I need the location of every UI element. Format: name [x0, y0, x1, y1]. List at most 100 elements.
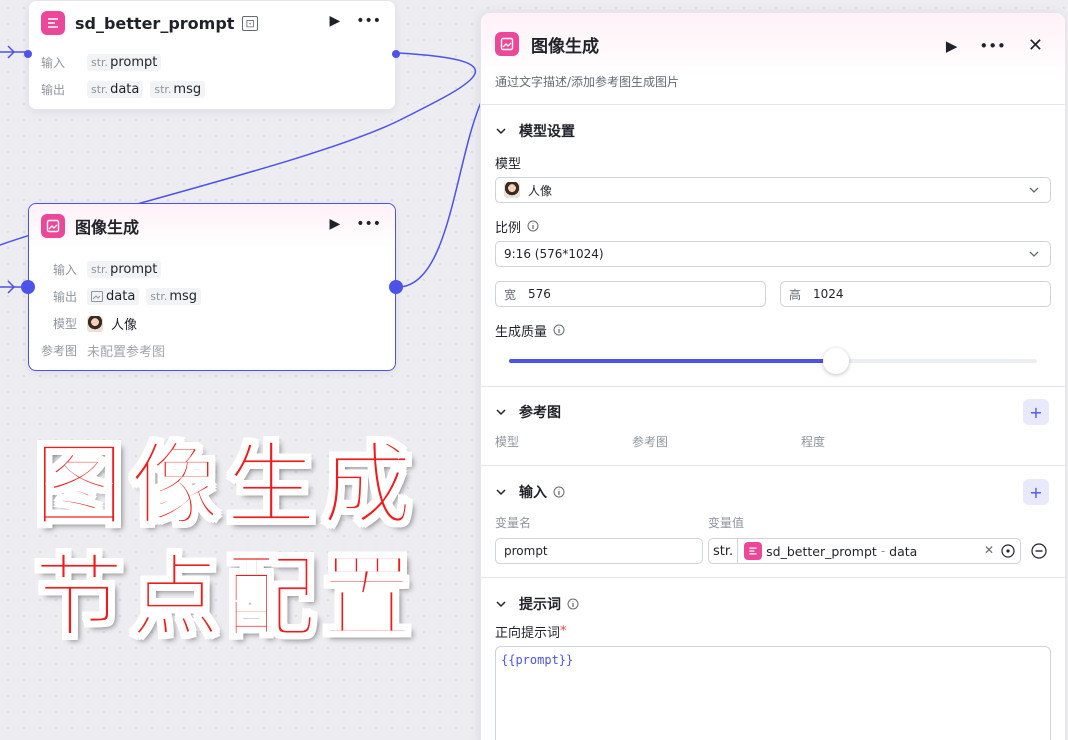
input-port[interactable] — [21, 280, 35, 294]
info-icon[interactable] — [567, 598, 579, 610]
output-label: 输出 — [53, 290, 78, 304]
info-icon[interactable] — [553, 324, 565, 336]
node-image-generation[interactable]: 图像生成 ▶ ••• 输入 str. prompt 输出 data str. msg… — [21, 203, 403, 371]
input-section: 输入 + 变量名 变量值 prompt str. sd_better_promp… — [481, 466, 1065, 578]
col-variable-name: 变量名 — [495, 515, 532, 530]
info-icon[interactable] — [553, 486, 565, 498]
more-options-icon[interactable]: ••• — [356, 216, 381, 232]
required-mark: * — [560, 623, 567, 639]
node-config-panel: 图像生成 ▶ ••• ✕ 通过文字描述/添加参考图生成图片 模型设置 模型 人像… — [480, 12, 1066, 740]
output-tag-data: data — [87, 288, 140, 305]
model-select[interactable]: 人像 — [495, 177, 1051, 203]
model-label: 模型 — [53, 317, 78, 331]
variable-name-value: prompt — [504, 544, 548, 558]
positive-prompt-label: 正向提示词 * — [495, 623, 567, 641]
model-avatar — [87, 315, 103, 332]
overlay-caption-line1: 图像生成 — [33, 432, 418, 539]
ratio-select[interactable]: 9:16 (576*1024) — [495, 241, 1051, 267]
width-value: 576 — [528, 287, 551, 301]
wire-image-out — [397, 99, 483, 288]
chevron-down-icon[interactable] — [495, 486, 511, 498]
ref-separator: - — [880, 544, 886, 558]
chevron-down-icon[interactable] — [495, 125, 511, 137]
run-node-button[interactable]: ▶ — [329, 13, 340, 29]
ref-type: str. — [709, 539, 739, 563]
input-title: 输入 — [519, 485, 547, 501]
target-icon[interactable] — [1001, 544, 1015, 558]
overlay-caption-line2: 节点配置 — [33, 544, 418, 651]
clear-icon[interactable]: ✕ — [984, 543, 994, 557]
height-input[interactable]: 高 1024 — [780, 281, 1051, 307]
add-reference-button[interactable]: + — [1023, 399, 1049, 425]
chevron-down-icon[interactable] — [495, 406, 511, 418]
panel-description: 通过文字描述/添加参考图生成图片 — [495, 75, 680, 89]
ref-node-icon — [744, 542, 763, 560]
more-options-icon[interactable]: ••• — [979, 37, 1006, 55]
ref-node-name: sd_better_prompt — [766, 543, 877, 559]
positive-prompt-value: {{prompt}} — [501, 653, 574, 667]
input-tag-prompt: str. prompt — [87, 54, 162, 71]
output-label: 输出 — [41, 83, 66, 97]
remove-input-icon[interactable] — [1031, 543, 1047, 559]
width-input[interactable]: 宽 576 — [495, 281, 766, 307]
prompt-node-icon — [41, 11, 65, 35]
more-options-icon[interactable]: ••• — [356, 13, 381, 29]
bot-icon: ⊡ — [242, 15, 258, 31]
panel-header: 图像生成 ▶ ••• ✕ 通过文字描述/添加参考图生成图片 — [481, 13, 1065, 105]
image-generation-icon — [495, 32, 519, 56]
variable-name-input[interactable]: prompt — [495, 538, 703, 564]
output-tag-msg: str. msg — [150, 81, 206, 98]
run-button[interactable]: ▶ — [946, 37, 958, 55]
ref-col-model: 模型 — [495, 434, 520, 449]
variable-value-ref[interactable]: str. sd_better_prompt - data ✕ — [708, 538, 1021, 564]
image-node-title: 图像生成 — [75, 218, 140, 237]
model-value: 人像 — [111, 318, 138, 333]
info-icon[interactable] — [527, 220, 539, 232]
output-tag-data: str. data — [87, 81, 144, 98]
run-node-button[interactable]: ▶ — [329, 216, 340, 232]
model-avatar — [504, 182, 520, 198]
height-value: 1024 — [813, 287, 844, 301]
panel-title: 图像生成 — [531, 36, 599, 57]
model-field-label: 模型 — [495, 156, 522, 172]
ref-field-name: data — [889, 543, 918, 559]
quality-slider-fill — [509, 359, 837, 363]
model-settings-header[interactable]: 模型设置 — [495, 105, 1051, 157]
model-settings-section: 模型设置 模型 人像 比例 9:16 (576*1024) 宽 576 高 10… — [481, 105, 1065, 387]
add-input-button[interactable]: + — [1023, 479, 1049, 505]
chevron-down-icon — [1028, 248, 1040, 263]
input-tag-prompt: str. prompt — [87, 261, 162, 278]
chevron-down-icon[interactable] — [495, 598, 511, 610]
image-node-icon — [41, 214, 65, 238]
quality-slider-thumb[interactable] — [823, 348, 850, 374]
positive-prompt-textarea[interactable]: {{prompt}} — [495, 646, 1051, 740]
input-label: 输入 — [41, 56, 66, 70]
ref-col-image: 参考图 — [632, 434, 669, 449]
output-tag-msg: str. msg — [146, 288, 202, 305]
prompt-title: 提示词 — [519, 597, 561, 613]
close-icon[interactable]: ✕ — [1028, 35, 1043, 56]
ref-col-strength: 程度 — [801, 434, 826, 449]
reference-section: 参考图 + 模型 参考图 程度 — [481, 387, 1065, 466]
output-port[interactable] — [389, 280, 403, 294]
model-settings-title: 模型设置 — [519, 124, 575, 140]
input-port[interactable] — [24, 50, 32, 58]
ratio-field-label: 比例 — [495, 215, 1051, 237]
image-icon — [91, 291, 103, 302]
width-prefix: 宽 — [504, 287, 517, 302]
input-label: 输入 — [53, 263, 78, 277]
height-prefix: 高 — [789, 287, 802, 302]
ratio-select-value: 9:16 (576*1024) — [504, 247, 604, 261]
chevron-down-icon — [1028, 184, 1040, 199]
quality-slider[interactable] — [509, 348, 1037, 374]
col-variable-value: 变量值 — [708, 515, 745, 530]
prompt-node-title: sd_better_prompt — [75, 13, 235, 33]
output-port[interactable] — [392, 50, 400, 58]
reference-title: 参考图 — [519, 405, 561, 421]
quality-field-label: 生成质量 — [495, 319, 1051, 341]
reference-label: 参考图 — [41, 344, 78, 358]
reference-value: 未配置参考图 — [87, 345, 166, 360]
prompt-section: 提示词 正向提示词 * {{prompt}} — [481, 578, 1065, 740]
model-select-value: 人像 — [528, 183, 553, 198]
node-sd-better-prompt[interactable]: sd_better_prompt ⊡ ▶ ••• 输入 str. prompt 输… — [24, 0, 400, 110]
